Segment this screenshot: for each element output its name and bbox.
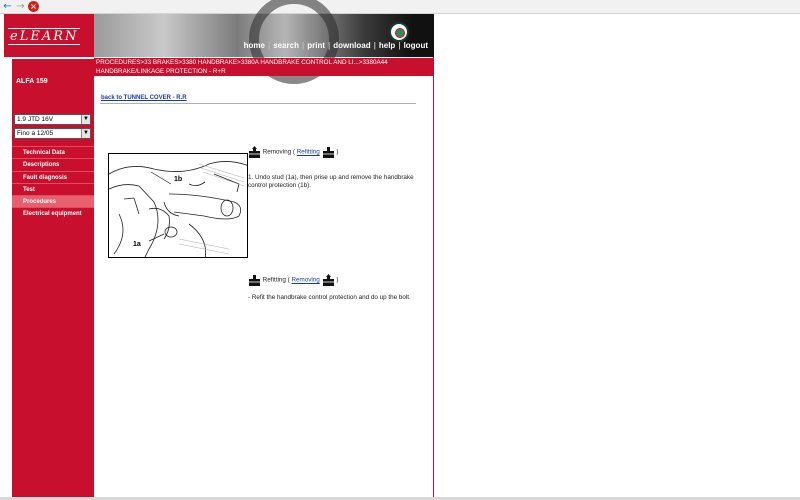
back-link[interactable]: back to TUNNEL COVER - R.R <box>101 95 187 101</box>
breadcrumb: PROCEDURES>33 BRAKES>3380 HANDBRAKE>3380… <box>94 58 434 76</box>
sidebar-item-procedures[interactable]: Procedures <box>12 195 94 208</box>
refitting-tool-icon <box>322 147 334 158</box>
removing-label: Removing ( <box>262 148 295 156</box>
logo-text: eLEARN <box>8 28 81 45</box>
sidebar-item-test[interactable]: Test <box>12 182 94 195</box>
removing-tool-icon <box>249 146 260 158</box>
removing-link[interactable]: Removing <box>291 277 319 284</box>
chevron-down-icon[interactable]: ▼ <box>81 129 90 138</box>
page-frame: eLEARN home | search | print | download | help | l… <box>4 0 434 497</box>
sidebar-item-fault-diagnosis[interactable]: Fault diagnosis <box>12 170 94 183</box>
breadcrumb-path[interactable]: PROCEDURES>33 BRAKES>3380 HANDBRAKE>3380… <box>96 59 434 68</box>
chevron-down-icon[interactable]: ▼ <box>81 115 90 124</box>
breadcrumb-title: HANDBRAKE/LINKAGE PROTECTION - R+R <box>96 67 226 75</box>
sidebar-menu: Technical Data Descriptions Fault diagno… <box>12 146 94 220</box>
handbrake-diagram: 1b 1a <box>108 153 248 258</box>
removing-header: Removing ( Refitting ) <box>248 146 418 159</box>
nav-search[interactable]: search <box>273 41 299 50</box>
date-select[interactable]: Fino a 12/05 ▼ <box>14 128 91 139</box>
nav-download[interactable]: download <box>333 41 370 50</box>
sidebar-item-technical-data[interactable]: Technical Data <box>12 146 94 158</box>
close-paren: ) <box>336 148 339 156</box>
callout-1a: 1a <box>133 241 141 248</box>
nav-help[interactable]: help <box>379 41 395 50</box>
engine-select-value: 1.9 JTD 16V <box>17 116 54 123</box>
model-title: ALFA 159 <box>16 78 48 85</box>
sidebar-item-electrical-equipment[interactable]: Electrical equipment <box>12 207 94 219</box>
browser-toolbar: ← → × <box>0 0 800 14</box>
refitting-header: Refitting ( Removing ) <box>248 274 418 287</box>
forward-arrow-icon[interactable]: → <box>15 1 26 12</box>
header-photo <box>94 0 412 84</box>
date-select-value: Fino a 12/05 <box>17 130 54 137</box>
alfa-romeo-badge-icon <box>389 22 409 42</box>
sidebar-item-descriptions[interactable]: Descriptions <box>12 158 94 170</box>
header: eLEARN home | search | print | download | help | l… <box>4 0 434 84</box>
logo: eLEARN <box>4 14 94 57</box>
engine-select[interactable]: 1.9 JTD 16V ▼ <box>14 114 91 125</box>
refitting-label: Refitting ( <box>262 276 290 284</box>
stop-icon[interactable]: × <box>28 1 39 12</box>
nav-logout[interactable]: logout <box>404 41 428 50</box>
header-corner <box>412 14 434 57</box>
step-1-text: 1. Undo stud (1a), then prise up and rem… <box>248 174 414 189</box>
close-paren: ) <box>336 276 339 284</box>
sidebar-top-strip <box>12 59 94 75</box>
divider <box>100 103 416 104</box>
handbrake-illustration: 1b 1a <box>109 161 247 257</box>
top-nav: home | search | print | download | help | logout <box>243 41 428 50</box>
removing-tool-icon <box>322 274 334 286</box>
sidebar: ALFA 159 1.9 JTD 16V ▼ Fino a 12/05 ▼ Te… <box>12 75 94 497</box>
callout-1b: 1b <box>174 176 182 183</box>
back-arrow-icon[interactable]: ← <box>2 1 13 12</box>
refitting-link[interactable]: Refitting <box>297 149 320 156</box>
refitting-tool-icon <box>249 275 260 286</box>
nav-home[interactable]: home <box>244 41 265 50</box>
refit-text: - Refit the handbrake control protection… <box>248 294 411 301</box>
nav-print[interactable]: print <box>307 41 325 50</box>
